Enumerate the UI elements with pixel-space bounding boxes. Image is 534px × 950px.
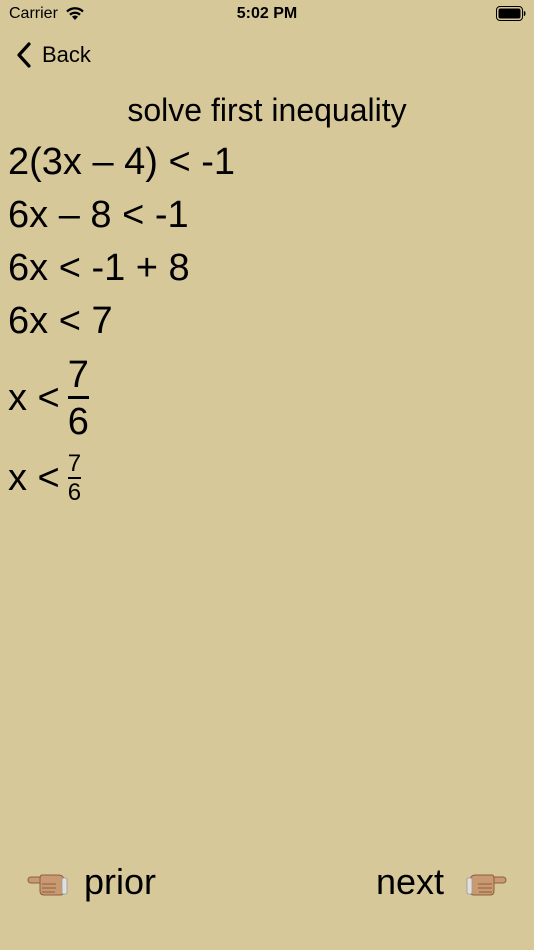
pointing-right-hand-icon [466,874,507,896]
fraction-numerator: 7 [67,353,89,396]
step-line: 6x < 7 [8,300,113,342]
next-label: next [375,861,444,902]
fraction-step-lhs: x < [8,376,60,419]
pointing-left-hand-icon [27,874,68,896]
page-title: solve first inequality [127,92,407,128]
step-line: 6x – 8 < -1 [8,194,189,236]
battery-icon [496,6,526,21]
solution-steps: 2(3x – 4) < -1 6x – 8 < -1 6x < -1 + 8 6… [8,140,235,508]
fraction-denominator: 6 [67,478,82,506]
fraction-step-lhs: x < [8,456,60,499]
fraction: 7 6 [67,353,89,443]
back-button[interactable]: Back [14,38,91,72]
fraction: 7 6 [67,449,82,506]
status-bar: Carrier 5:02 PM [0,0,534,28]
fraction-step-large: x < 7 6 [8,354,235,442]
fraction-step-small: x < 7 6 [8,448,235,508]
fraction-denominator: 6 [67,400,89,443]
step-line: 6x < -1 + 8 [8,247,190,289]
step-line: 2(3x – 4) < -1 [8,141,236,183]
fraction-bar [67,395,89,399]
fraction-numerator: 7 [67,449,82,477]
prior-label: prior [84,861,157,902]
prior-button[interactable]: prior [26,860,156,904]
chevron-left-icon [17,42,31,68]
next-button[interactable]: next [376,860,508,904]
clock: 5:02 PM [236,5,298,22]
back-label: Back [42,42,91,67]
